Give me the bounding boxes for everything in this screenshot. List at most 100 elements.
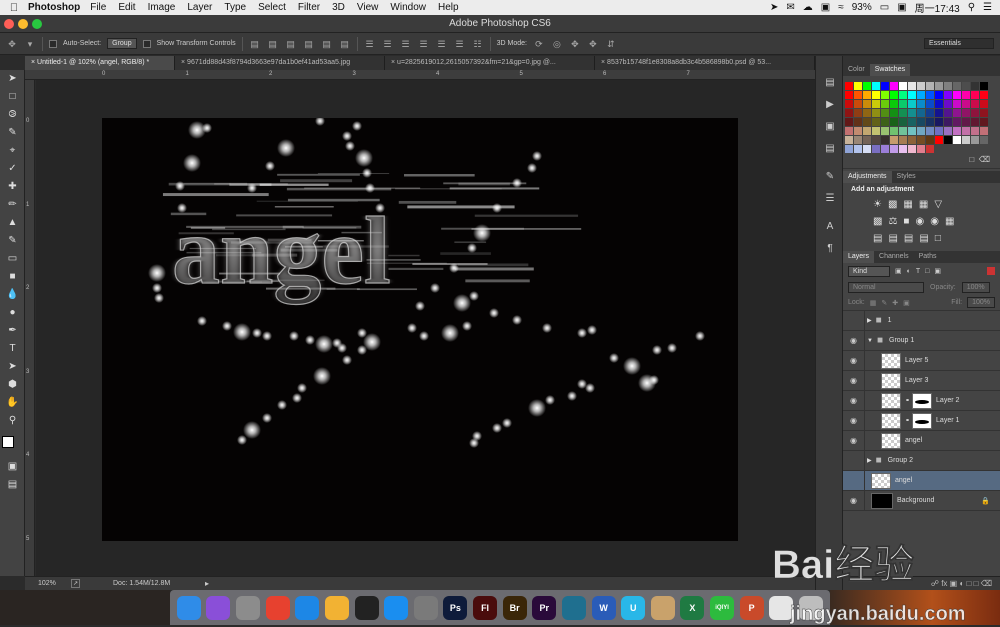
tab-swatches[interactable]: Swatches bbox=[869, 64, 911, 76]
color-swatch[interactable] bbox=[881, 82, 889, 90]
color-swatch[interactable] bbox=[962, 100, 970, 108]
layer-mask-thumbnail[interactable] bbox=[912, 392, 933, 409]
input-method-icon[interactable]: ▣ bbox=[897, 2, 906, 13]
menu-image[interactable]: Image bbox=[148, 2, 176, 13]
3d-drag-icon[interactable]: ✥ bbox=[569, 38, 581, 50]
status-menu-arrow-icon[interactable]: ▸ bbox=[205, 579, 209, 588]
menu-window[interactable]: Window bbox=[390, 2, 426, 13]
color-swatch[interactable] bbox=[908, 91, 916, 99]
color-swatch[interactable] bbox=[881, 109, 889, 117]
color-swatch[interactable] bbox=[926, 91, 934, 99]
color-swatch[interactable] bbox=[863, 127, 871, 135]
color-swatch[interactable] bbox=[908, 109, 916, 117]
visibility-eye-icon[interactable]: ◉ bbox=[843, 330, 865, 351]
group-expand-icon[interactable]: ▶ bbox=[867, 457, 872, 464]
color-swatch[interactable] bbox=[863, 100, 871, 108]
menu-view[interactable]: View bbox=[357, 2, 379, 13]
layer-mask-thumbnail[interactable] bbox=[912, 412, 933, 429]
layer-row[interactable]: ◉ Layer 3 bbox=[843, 370, 1000, 391]
color-swatch[interactable] bbox=[845, 118, 853, 126]
info-panel-icon[interactable]: ▣ bbox=[816, 116, 844, 138]
color-swatch[interactable] bbox=[908, 145, 916, 153]
browser-icon[interactable] bbox=[561, 595, 586, 620]
tab-layers[interactable]: Layers bbox=[843, 251, 875, 263]
align-bottom-icon[interactable]: ▤ bbox=[285, 38, 297, 50]
channel-mixer-icon[interactable]: ◉ bbox=[930, 216, 939, 227]
color-swatch[interactable] bbox=[962, 91, 970, 99]
color-swatch[interactable] bbox=[917, 118, 925, 126]
color-swatch[interactable] bbox=[980, 82, 988, 90]
color-swatch[interactable] bbox=[926, 145, 934, 153]
color-swatch[interactable] bbox=[917, 100, 925, 108]
menu-type[interactable]: Type bbox=[224, 2, 246, 13]
properties-panel-icon[interactable]: ▤ bbox=[816, 138, 844, 160]
visibility-eye-icon[interactable] bbox=[843, 310, 865, 331]
filter-shape-icon[interactable]: □ bbox=[925, 268, 929, 275]
color-swatch[interactable] bbox=[953, 91, 961, 99]
color-swatch[interactable] bbox=[926, 136, 934, 144]
visibility-eye-icon[interactable]: ◉ bbox=[843, 370, 865, 391]
color-swatch[interactable] bbox=[854, 100, 862, 108]
color-swatch[interactable] bbox=[962, 109, 970, 117]
archive-icon[interactable] bbox=[650, 595, 675, 620]
visibility-eye-icon[interactable]: ◉ bbox=[843, 490, 865, 511]
color-swatch[interactable] bbox=[890, 145, 898, 153]
align-right-icon[interactable]: ▤ bbox=[339, 38, 351, 50]
vibrance-icon[interactable]: ▽ bbox=[934, 199, 942, 210]
distribute-vcenter-icon[interactable]: ☰ bbox=[382, 38, 394, 50]
color-swatch[interactable] bbox=[890, 127, 898, 135]
gradient-tool-icon[interactable]: ■ bbox=[0, 268, 25, 286]
color-swatch[interactable] bbox=[917, 136, 925, 144]
3d-roll-icon[interactable]: ◎ bbox=[551, 38, 563, 50]
paragraph-panel-icon[interactable]: ¶ bbox=[816, 238, 844, 260]
color-swatch[interactable] bbox=[944, 91, 952, 99]
siri-icon[interactable] bbox=[206, 595, 231, 620]
color-swatch[interactable] bbox=[980, 100, 988, 108]
zoom-level[interactable]: 102% bbox=[38, 580, 56, 587]
visibility-eye-icon[interactable]: ◉ bbox=[843, 390, 865, 411]
healing-tool-icon[interactable]: ✚ bbox=[0, 178, 25, 196]
show-transform-checkbox[interactable] bbox=[142, 39, 151, 48]
actions-panel-icon[interactable]: ▶ bbox=[816, 94, 844, 116]
history-panel-icon[interactable]: ▤ bbox=[816, 72, 844, 94]
display-icon[interactable]: ▣ bbox=[821, 2, 830, 13]
eyedropper-tool-icon[interactable]: ✓ bbox=[0, 160, 25, 178]
color-swatch[interactable] bbox=[845, 82, 853, 90]
menu-layer[interactable]: Layer bbox=[187, 2, 212, 13]
zoom-tool-icon[interactable]: ⚲ bbox=[0, 412, 25, 430]
layer-row[interactable]: ◉ angel bbox=[843, 430, 1000, 451]
color-swatch[interactable] bbox=[845, 127, 853, 135]
color-swatch[interactable] bbox=[944, 118, 952, 126]
tool-preset-chevron-icon[interactable]: ▾ bbox=[24, 38, 36, 50]
distribute-top-icon[interactable]: ☰ bbox=[364, 38, 376, 50]
move-tool-icon[interactable]: ✥ bbox=[6, 38, 18, 50]
color-swatch[interactable] bbox=[908, 118, 916, 126]
menu-file[interactable]: File bbox=[90, 2, 106, 13]
color-swatch[interactable] bbox=[926, 127, 934, 135]
dodge-tool-icon[interactable]: ● bbox=[0, 304, 25, 322]
color-swatch[interactable] bbox=[845, 100, 853, 108]
color-swatch[interactable] bbox=[944, 136, 952, 144]
blur-tool-icon[interactable]: 💧 bbox=[0, 286, 25, 304]
wifi-icon[interactable]: ≈ bbox=[838, 2, 844, 13]
color-swatch[interactable] bbox=[854, 145, 862, 153]
layer-row[interactable]: ◉ ▼ ■ Group 1 bbox=[843, 330, 1000, 351]
history-brush-tool-icon[interactable]: ✎ bbox=[0, 232, 25, 250]
visibility-eye-icon[interactable]: ◉ bbox=[843, 350, 865, 371]
move-tool-icon[interactable]: ➤ bbox=[0, 70, 25, 88]
color-swatch[interactable] bbox=[890, 136, 898, 144]
mask-link-icon[interactable]: ⚭ bbox=[905, 417, 910, 424]
color-swatch[interactable] bbox=[890, 118, 898, 126]
color-swatch[interactable] bbox=[926, 109, 934, 117]
layer-row[interactable]: ▶ ■ Group 2 bbox=[843, 450, 1000, 471]
doc-tab-jpg-2[interactable]: × u=2825619012,2615057392&fm=21&gp=0.jpg… bbox=[385, 56, 595, 70]
fill-field[interactable]: 100% bbox=[967, 297, 995, 308]
distribute-left-icon[interactable]: ☰ bbox=[418, 38, 430, 50]
color-swatch[interactable] bbox=[890, 109, 898, 117]
color-swatch[interactable] bbox=[899, 136, 907, 144]
color-swatch[interactable] bbox=[971, 109, 979, 117]
menu-help[interactable]: Help bbox=[438, 2, 459, 13]
doc-tab-psd[interactable]: × 8537b15748f1e8308a8db3c4b586898b0.psd … bbox=[595, 56, 815, 70]
color-swatch[interactable] bbox=[953, 118, 961, 126]
color-swatch[interactable] bbox=[971, 118, 979, 126]
